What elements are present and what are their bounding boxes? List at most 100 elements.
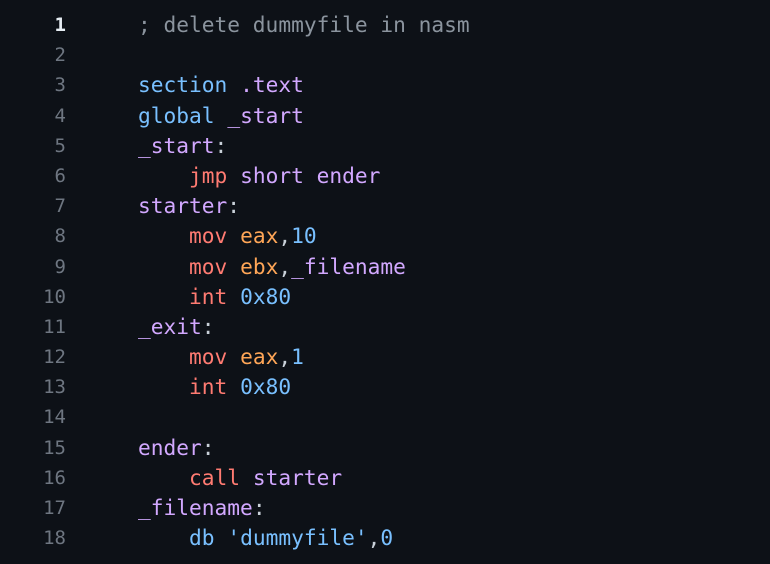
- code-token: ,: [278, 253, 292, 279]
- line-number: 15: [43, 436, 66, 459]
- code-line[interactable]: 16 call starter: [0, 463, 770, 493]
- code-token: eax: [240, 223, 279, 249]
- code-line[interactable]: 6 jmp short ender: [0, 161, 770, 191]
- code-text: call starter: [138, 463, 342, 493]
- code-token: mov: [189, 344, 228, 370]
- code-token: 'dummyfile': [227, 525, 368, 551]
- line-number: 1: [54, 14, 66, 36]
- code-text: _exit:: [138, 312, 215, 342]
- code-line[interactable]: 8 mov eax,10: [0, 221, 770, 251]
- code-line[interactable]: 4 global _start: [0, 101, 770, 131]
- code-editor[interactable]: 1 ; delete dummyfile in nasm 2 3 section .te…: [0, 10, 770, 553]
- code-token: _start: [227, 102, 304, 128]
- code-token: jmp: [189, 162, 228, 188]
- code-line[interactable]: 7 starter:: [0, 191, 770, 221]
- code-token: mov: [189, 253, 228, 279]
- line-number: 7: [54, 195, 66, 218]
- code-token: section: [138, 72, 228, 98]
- code-line[interactable]: 14: [0, 402, 770, 432]
- code-token: ; delete dummyfile in nasm: [138, 12, 470, 37]
- line-number: 4: [54, 104, 66, 127]
- code-token: :: [214, 132, 228, 158]
- code-token: starter: [138, 193, 228, 219]
- line-number: 16: [43, 466, 66, 489]
- line-number: 8: [54, 225, 66, 248]
- code-text: int 0x80: [138, 372, 291, 402]
- code-line[interactable]: 3 section .text: [0, 70, 770, 100]
- code-token: call: [189, 464, 241, 490]
- code-text: mov ebx,_filename: [138, 252, 406, 282]
- code-token: db: [189, 525, 215, 551]
- code-line[interactable]: 10 int 0x80: [0, 282, 770, 312]
- line-number: 13: [43, 376, 66, 399]
- line-number: 9: [54, 255, 66, 278]
- code-token: :: [252, 495, 266, 520]
- code-token: 0x80: [240, 374, 292, 400]
- code-line[interactable]: 12 mov eax,1: [0, 342, 770, 372]
- code-line[interactable]: 17 _filename:: [0, 493, 770, 523]
- code-token: 1: [291, 344, 304, 370]
- code-token: _filename: [138, 495, 253, 520]
- line-number: 5: [54, 134, 66, 157]
- code-text: mov eax,10: [138, 221, 317, 251]
- code-token: int: [189, 374, 228, 400]
- line-number: 6: [54, 164, 66, 187]
- code-line[interactable]: 18 db 'dummyfile',0: [0, 523, 770, 553]
- code-line[interactable]: 1 ; delete dummyfile in nasm: [0, 10, 770, 40]
- code-text: starter:: [138, 191, 240, 221]
- code-token: 10: [291, 223, 317, 249]
- code-line[interactable]: 13 int 0x80: [0, 372, 770, 402]
- code-text: section .text: [138, 70, 304, 100]
- code-token: ,: [278, 344, 292, 370]
- code-token: 0: [380, 525, 394, 551]
- line-number: 10: [43, 285, 66, 308]
- code-token: :: [201, 434, 215, 460]
- line-number: 18: [43, 527, 66, 550]
- line-number: 14: [43, 406, 66, 429]
- code-token: 0x80: [240, 283, 292, 309]
- code-token: .text: [240, 72, 304, 98]
- code-token: ender: [138, 434, 202, 460]
- code-token: eax: [240, 344, 279, 370]
- code-text: _start:: [138, 131, 227, 161]
- line-number: 12: [43, 346, 66, 369]
- line-number: 3: [54, 74, 66, 97]
- code-token: ,: [278, 223, 292, 249]
- code-text: int 0x80: [138, 282, 291, 312]
- code-token: int: [189, 283, 228, 309]
- code-text: db 'dummyfile',0: [138, 523, 393, 553]
- line-number: 17: [43, 497, 66, 519]
- code-text: ender:: [138, 433, 215, 463]
- code-token: ,: [367, 525, 381, 551]
- code-token: _filename: [291, 253, 406, 279]
- code-token: global: [138, 102, 215, 128]
- code-token: :: [201, 313, 215, 339]
- code-line[interactable]: 9 mov ebx,_filename: [0, 252, 770, 282]
- code-token: short ender: [240, 162, 381, 188]
- code-token: _start: [138, 132, 215, 158]
- code-line[interactable]: 5 _start:: [0, 131, 770, 161]
- code-line[interactable]: 11 _exit:: [0, 312, 770, 342]
- code-text: ; delete dummyfile in nasm: [138, 10, 470, 40]
- code-token: _exit: [138, 313, 202, 339]
- code-line[interactable]: 15 ender:: [0, 433, 770, 463]
- code-line[interactable]: 2: [0, 40, 770, 70]
- code-text: global _start: [138, 101, 304, 131]
- code-token: :: [227, 193, 241, 219]
- code-text: mov eax,1: [138, 342, 304, 372]
